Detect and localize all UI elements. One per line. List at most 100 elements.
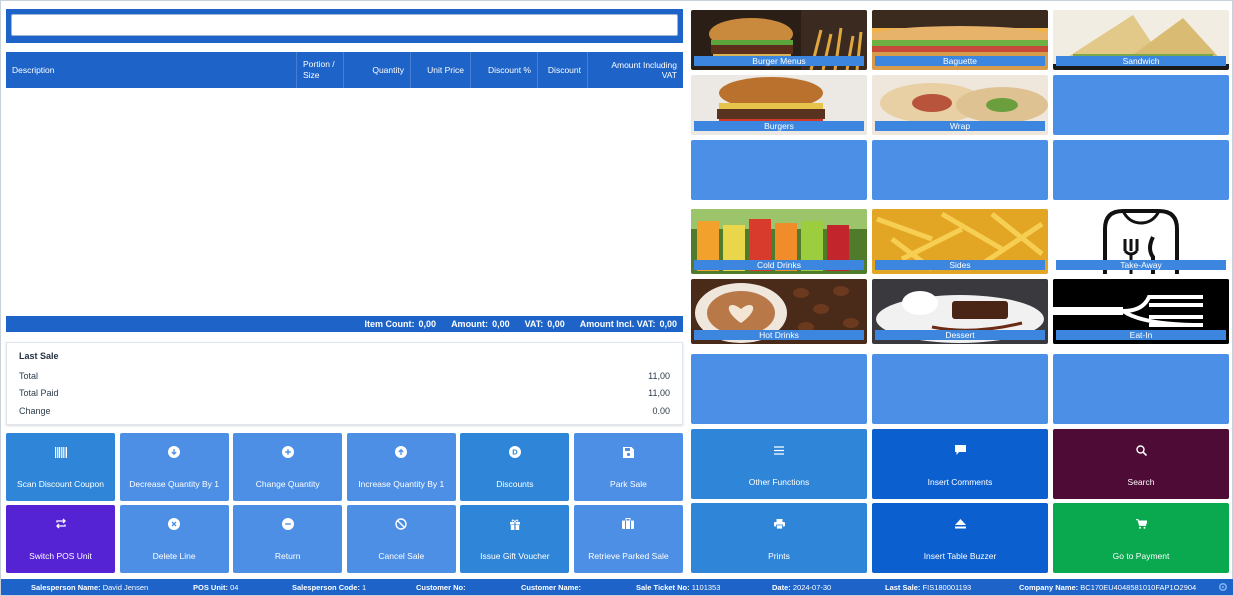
switch-pos-unit-button[interactable]: Switch POS Unit bbox=[6, 504, 115, 573]
action-buttons: Scan Discount Coupon Decrease Quantity B… bbox=[6, 433, 683, 573]
park-sale-button[interactable]: Park Sale bbox=[573, 433, 683, 501]
arrow-down-circle-icon bbox=[167, 445, 181, 459]
x-circle-icon bbox=[167, 517, 181, 531]
item-count: Item Count: 0,00 bbox=[364, 319, 437, 329]
column-portion-size[interactable]: Portion / Size bbox=[297, 52, 344, 88]
gift-icon bbox=[508, 517, 522, 531]
change-quantity-button[interactable]: Change Quantity bbox=[233, 433, 343, 501]
tile-label: Wrap bbox=[875, 121, 1045, 131]
status-company-name: Company Name: BC170EU4048581010FAP1O2904 bbox=[1019, 583, 1197, 592]
tile-label: Burgers bbox=[694, 121, 864, 131]
tile-burgers[interactable]: Burgers bbox=[691, 75, 867, 135]
search-button[interactable]: Search bbox=[1053, 429, 1229, 499]
printer-icon bbox=[772, 517, 786, 531]
status-last-sale: Last Sale: FIS180001193 bbox=[885, 583, 972, 592]
insert-comments-button[interactable]: Insert Comments bbox=[872, 429, 1048, 499]
delete-line-button[interactable]: Delete Line bbox=[119, 504, 229, 573]
minus-circle-icon bbox=[281, 517, 295, 531]
menu-icon bbox=[772, 443, 786, 457]
status-pos-unit: POS Unit: 04 bbox=[193, 583, 239, 592]
tile-hot-drinks[interactable]: Hot Drinks bbox=[691, 279, 867, 344]
briefcase-icon bbox=[621, 517, 635, 531]
last-sale-total-paid: Total Paid 11,00 bbox=[19, 388, 670, 399]
barcode-icon bbox=[54, 445, 68, 459]
tile-empty[interactable] bbox=[691, 354, 867, 424]
plus-circle-icon bbox=[281, 445, 295, 459]
vat: VAT: 0,00 bbox=[524, 319, 565, 329]
arrow-up-circle-icon bbox=[394, 445, 408, 459]
grid-totals-bar: Item Count: 0,00 Amount: 0,00 VAT: 0,00 Amo… bbox=[6, 316, 683, 332]
retrieve-parked-sale-button[interactable]: Retrieve Parked Sale bbox=[573, 504, 683, 573]
column-quantity[interactable]: Quantity bbox=[344, 52, 411, 88]
tile-take-away[interactable]: Take-Away bbox=[1053, 209, 1229, 274]
amount-incl-vat: Amount Incl. VAT: 0,00 bbox=[579, 319, 677, 329]
tile-label: Hot Drinks bbox=[694, 330, 864, 340]
tile-sides[interactable]: Sides bbox=[872, 209, 1048, 274]
tile-label: Dessert bbox=[875, 330, 1045, 340]
column-description[interactable]: Description bbox=[6, 52, 297, 88]
tile-label: Sandwich bbox=[1056, 56, 1226, 66]
issue-gift-voucher-button[interactable]: Issue Gift Voucher bbox=[460, 504, 570, 573]
tile-label: Baguette bbox=[875, 56, 1045, 66]
sale-lines-grid: Description Portion / Size Quantity Unit… bbox=[6, 52, 683, 332]
tile-empty[interactable] bbox=[1053, 354, 1229, 424]
tile-empty[interactable] bbox=[1053, 75, 1229, 135]
tile-eat-in[interactable]: Eat-In bbox=[1053, 279, 1229, 344]
gear-icon[interactable] bbox=[1218, 582, 1228, 592]
status-salesperson-name: Salesperson Name: David Jensen bbox=[31, 583, 149, 592]
amount: Amount: 0,00 bbox=[451, 319, 510, 329]
status-sale-ticket: Sale Ticket No: 1101353 bbox=[636, 583, 721, 592]
column-unit-price[interactable]: Unit Price bbox=[411, 52, 471, 88]
scan-discount-coupon-button[interactable]: Scan Discount Coupon bbox=[6, 433, 115, 501]
search-bar bbox=[6, 9, 683, 43]
status-date: Date: 2024-07-30 bbox=[772, 583, 832, 592]
svg-text:D: D bbox=[512, 448, 518, 457]
last-sale-title: Last Sale bbox=[19, 351, 59, 361]
cancel-sale-button[interactable]: Cancel Sale bbox=[346, 504, 456, 573]
grid-header: Description Portion / Size Quantity Unit… bbox=[6, 52, 683, 88]
tile-label: Cold Drinks bbox=[694, 260, 864, 270]
status-salesperson-code: Salesperson Code: 1 bbox=[292, 583, 367, 592]
tile-label: Sides bbox=[875, 260, 1045, 270]
increase-quantity-button[interactable]: Increase Quantity By 1 bbox=[346, 433, 456, 501]
go-to-payment-button[interactable]: Go to Payment bbox=[1053, 503, 1229, 573]
tile-dessert[interactable]: Dessert bbox=[872, 279, 1048, 344]
tile-baguette[interactable]: Baguette bbox=[872, 10, 1048, 70]
tile-empty[interactable] bbox=[691, 140, 867, 200]
comment-icon bbox=[953, 443, 967, 457]
tile-empty[interactable] bbox=[872, 354, 1048, 424]
return-button[interactable]: Return bbox=[233, 504, 343, 573]
column-discount-percent[interactable]: Discount % bbox=[471, 52, 538, 88]
status-customer-name: Customer Name: bbox=[521, 583, 582, 592]
switch-icon bbox=[54, 517, 68, 531]
prints-button[interactable]: Prints bbox=[691, 503, 867, 573]
decrease-quantity-button[interactable]: Decrease Quantity By 1 bbox=[119, 433, 229, 501]
last-sale-panel: Last Sale Total 11,00 Total Paid 11,00 Cha… bbox=[6, 342, 683, 425]
last-sale-total: Total 11,00 bbox=[19, 370, 670, 381]
status-customer-no: Customer No: bbox=[416, 583, 466, 592]
tile-label: Take-Away bbox=[1056, 260, 1226, 270]
tile-empty[interactable] bbox=[872, 140, 1048, 200]
tile-burger-menus[interactable]: Burger Menus bbox=[691, 10, 867, 70]
discount-icon: D bbox=[508, 445, 522, 459]
search-input[interactable] bbox=[11, 14, 678, 36]
discounts-button[interactable]: D Discounts bbox=[460, 433, 570, 501]
grid-body[interactable] bbox=[6, 88, 683, 316]
save-icon bbox=[621, 445, 635, 459]
column-discount[interactable]: Discount bbox=[538, 52, 588, 88]
search-icon bbox=[1134, 443, 1148, 457]
last-sale-change: Change 0.00 bbox=[19, 405, 670, 416]
ban-icon bbox=[394, 517, 408, 531]
tile-sandwich[interactable]: Sandwich bbox=[1053, 10, 1229, 70]
tile-cold-drinks[interactable]: Cold Drinks bbox=[691, 209, 867, 274]
cart-icon bbox=[1134, 517, 1148, 531]
column-amount-incl-vat[interactable]: Amount Including VAT bbox=[588, 52, 683, 88]
tile-empty[interactable] bbox=[1053, 140, 1229, 200]
status-bar: Salesperson Name: David Jensen POS Unit:… bbox=[1, 579, 1233, 595]
tile-label: Burger Menus bbox=[694, 56, 864, 66]
insert-table-buzzer-button[interactable]: Insert Table Buzzer bbox=[872, 503, 1048, 573]
other-functions-button[interactable]: Other Functions bbox=[691, 429, 867, 499]
tile-label: Eat-In bbox=[1056, 330, 1226, 340]
tile-wrap[interactable]: Wrap bbox=[872, 75, 1048, 135]
eject-icon bbox=[953, 517, 967, 531]
